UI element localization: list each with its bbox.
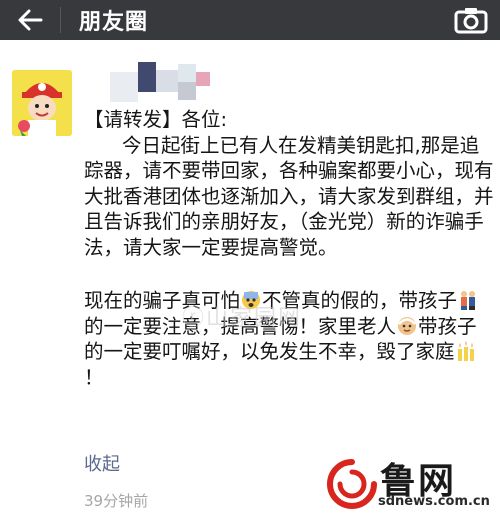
elderly-face-emoji-icon bbox=[398, 316, 417, 335]
page-title: 朋友圈 bbox=[79, 10, 149, 35]
family-emoji-icon bbox=[461, 291, 476, 310]
watermark-center: ⓡ山家园网 bbox=[182, 306, 303, 331]
post-content: 【请转发】各位: 今日起街上已有人在发精美钥匙扣,那是追踪器，请不要带回家，各种… bbox=[84, 107, 494, 390]
avatar[interactable] bbox=[12, 70, 72, 136]
collapse-link[interactable]: 收起 bbox=[84, 450, 120, 476]
text-segment: ！ bbox=[84, 365, 104, 389]
camera-icon bbox=[454, 8, 488, 34]
avatar-image bbox=[12, 70, 72, 136]
divider bbox=[60, 7, 61, 33]
arrow-left-icon bbox=[18, 9, 43, 31]
post-paragraph: 今日起街上已有人在发精美钥匙扣,那是追踪器，请不要带回家，各种骗案都要小心，现有… bbox=[84, 133, 494, 259]
camera-button[interactable] bbox=[454, 6, 488, 34]
candles-emoji-icon bbox=[457, 341, 474, 361]
post-heading: 【请转发】各位: bbox=[84, 108, 228, 131]
logo-url: sdnews.com.cn bbox=[378, 494, 490, 509]
top-bar: 朋友圈 bbox=[0, 0, 500, 40]
post-timestamp: 39分钟前 bbox=[84, 492, 149, 510]
logo-swirl-icon bbox=[327, 459, 377, 509]
blurred-username bbox=[110, 62, 210, 102]
back-button[interactable] bbox=[0, 0, 60, 40]
